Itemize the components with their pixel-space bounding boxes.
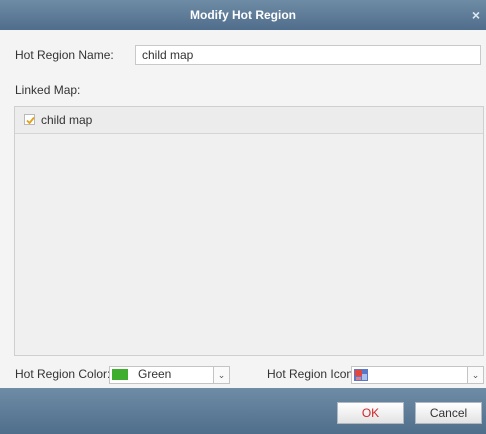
green-color-swatch — [112, 369, 128, 380]
linked-map-list: child map — [14, 106, 484, 356]
hot-region-icon-select[interactable]: ⌄ — [351, 366, 484, 384]
hot-region-name-label: Hot Region Name: — [15, 48, 114, 62]
hot-region-color-value: Green — [138, 367, 172, 381]
dialog-title: Modify Hot Region — [190, 8, 296, 22]
modify-hot-region-dialog: Modify Hot Region × Hot Region Name: Lin… — [0, 0, 486, 434]
hot-region-map-icon — [354, 369, 368, 381]
hot-region-name-input[interactable] — [135, 45, 481, 65]
linked-map-label: Linked Map: — [15, 83, 81, 97]
cancel-button[interactable]: Cancel — [415, 402, 482, 424]
checkbox-checked-icon[interactable] — [24, 114, 35, 125]
hot-region-color-label: Hot Region Color: — [15, 367, 111, 381]
hot-region-icon-label: Hot Region Icon: — [267, 367, 357, 381]
list-item[interactable]: child map — [15, 107, 483, 134]
close-icon[interactable]: × — [470, 0, 482, 30]
map-item-label: child map — [41, 113, 93, 127]
chevron-down-icon[interactable]: ⌄ — [467, 367, 483, 383]
dialog-titlebar: Modify Hot Region × — [0, 0, 486, 30]
ok-button[interactable]: OK — [337, 402, 404, 424]
chevron-down-icon[interactable]: ⌄ — [213, 367, 229, 383]
dialog-footer — [0, 388, 486, 434]
